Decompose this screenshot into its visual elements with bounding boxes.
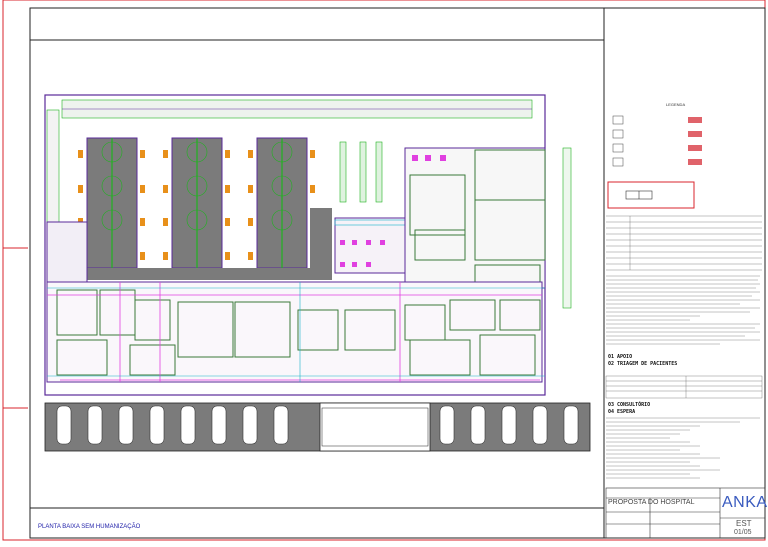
drawing-sheet: PLANTA BAIXA SEM HUMANIZAÇÃO LEGENDA 01 … — [0, 0, 768, 542]
sheet-code: 01/05 — [734, 529, 752, 536]
handwritten-note-4: 04 ESPERA — [608, 409, 636, 415]
floor-plan-drawing — [2, 0, 766, 541]
brand-logo-text: ANKA — [722, 494, 768, 511]
legend-area — [605, 115, 766, 539]
project-title: PROPOSTA DO HOSPITAL — [608, 499, 695, 506]
legend-title: LEGENDA — [666, 102, 686, 107]
drawing-caption: PLANTA BAIXA SEM HUMANIZAÇÃO — [38, 524, 141, 530]
brand-sub: EST — [736, 519, 752, 528]
handwritten-note-3: 03 CONSULTÓRIO — [608, 402, 651, 408]
site-plan — [44, 94, 591, 452]
handwritten-note-2: 02 TRIAGEM DE PACIENTES — [608, 361, 678, 367]
handwritten-note-1: 01 APOIO — [608, 354, 633, 360]
